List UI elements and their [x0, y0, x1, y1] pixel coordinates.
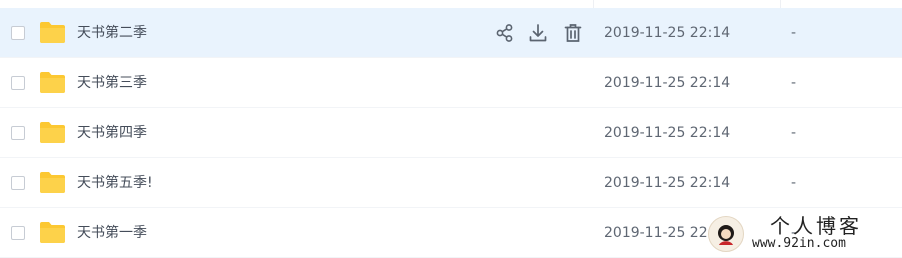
file-size: - [791, 25, 797, 41]
delete-icon[interactable] [562, 22, 584, 44]
file-name[interactable]: 天书第五季! [77, 174, 153, 192]
modified-date: 2019-11-25 22:14 [604, 125, 731, 141]
row-checkbox[interactable] [11, 226, 25, 240]
folder-icon [40, 172, 65, 193]
file-name[interactable]: 天书第二季 [77, 24, 147, 42]
column-divider [780, 0, 781, 8]
watermark-title: 个人博客 [770, 214, 862, 238]
file-row[interactable]: 天书第五季! 2019-11-25 22:14 - [0, 158, 902, 208]
file-row[interactable]: 天书第三季 2019-11-25 22:14 - [0, 58, 902, 108]
file-size: - [791, 125, 797, 141]
row-checkbox[interactable] [11, 76, 25, 90]
modified-date: 2019-11-25 22:14 [604, 25, 731, 41]
folder-icon [40, 22, 65, 43]
row-checkbox[interactable] [11, 176, 25, 190]
file-name[interactable]: 天书第三季 [77, 74, 147, 92]
watermark-url: www.92in.com [752, 236, 846, 251]
file-size: - [791, 175, 797, 191]
file-name[interactable]: 天书第四季 [77, 124, 147, 142]
file-row[interactable]: 天书第二季 2019-11-25 22:14 - [0, 8, 902, 58]
folder-icon [40, 222, 65, 243]
file-size: - [791, 75, 797, 91]
row-checkbox[interactable] [11, 126, 25, 140]
share-icon[interactable] [494, 22, 516, 44]
download-icon[interactable] [527, 22, 549, 44]
row-checkbox[interactable] [11, 26, 25, 40]
folder-icon [40, 122, 65, 143]
watermark-avatar-icon [708, 216, 744, 252]
watermark: 个人博客 www.92in.com [708, 212, 898, 254]
modified-date: 2019-11-25 22:14 [604, 75, 731, 91]
column-divider [593, 0, 594, 8]
column-header-edge [0, 0, 902, 8]
folder-icon [40, 72, 65, 93]
file-row[interactable]: 天书第四季 2019-11-25 22:14 - [0, 108, 902, 158]
modified-date: 2019-11-25 22:14 [604, 175, 731, 191]
file-name[interactable]: 天书第一季 [77, 224, 147, 242]
